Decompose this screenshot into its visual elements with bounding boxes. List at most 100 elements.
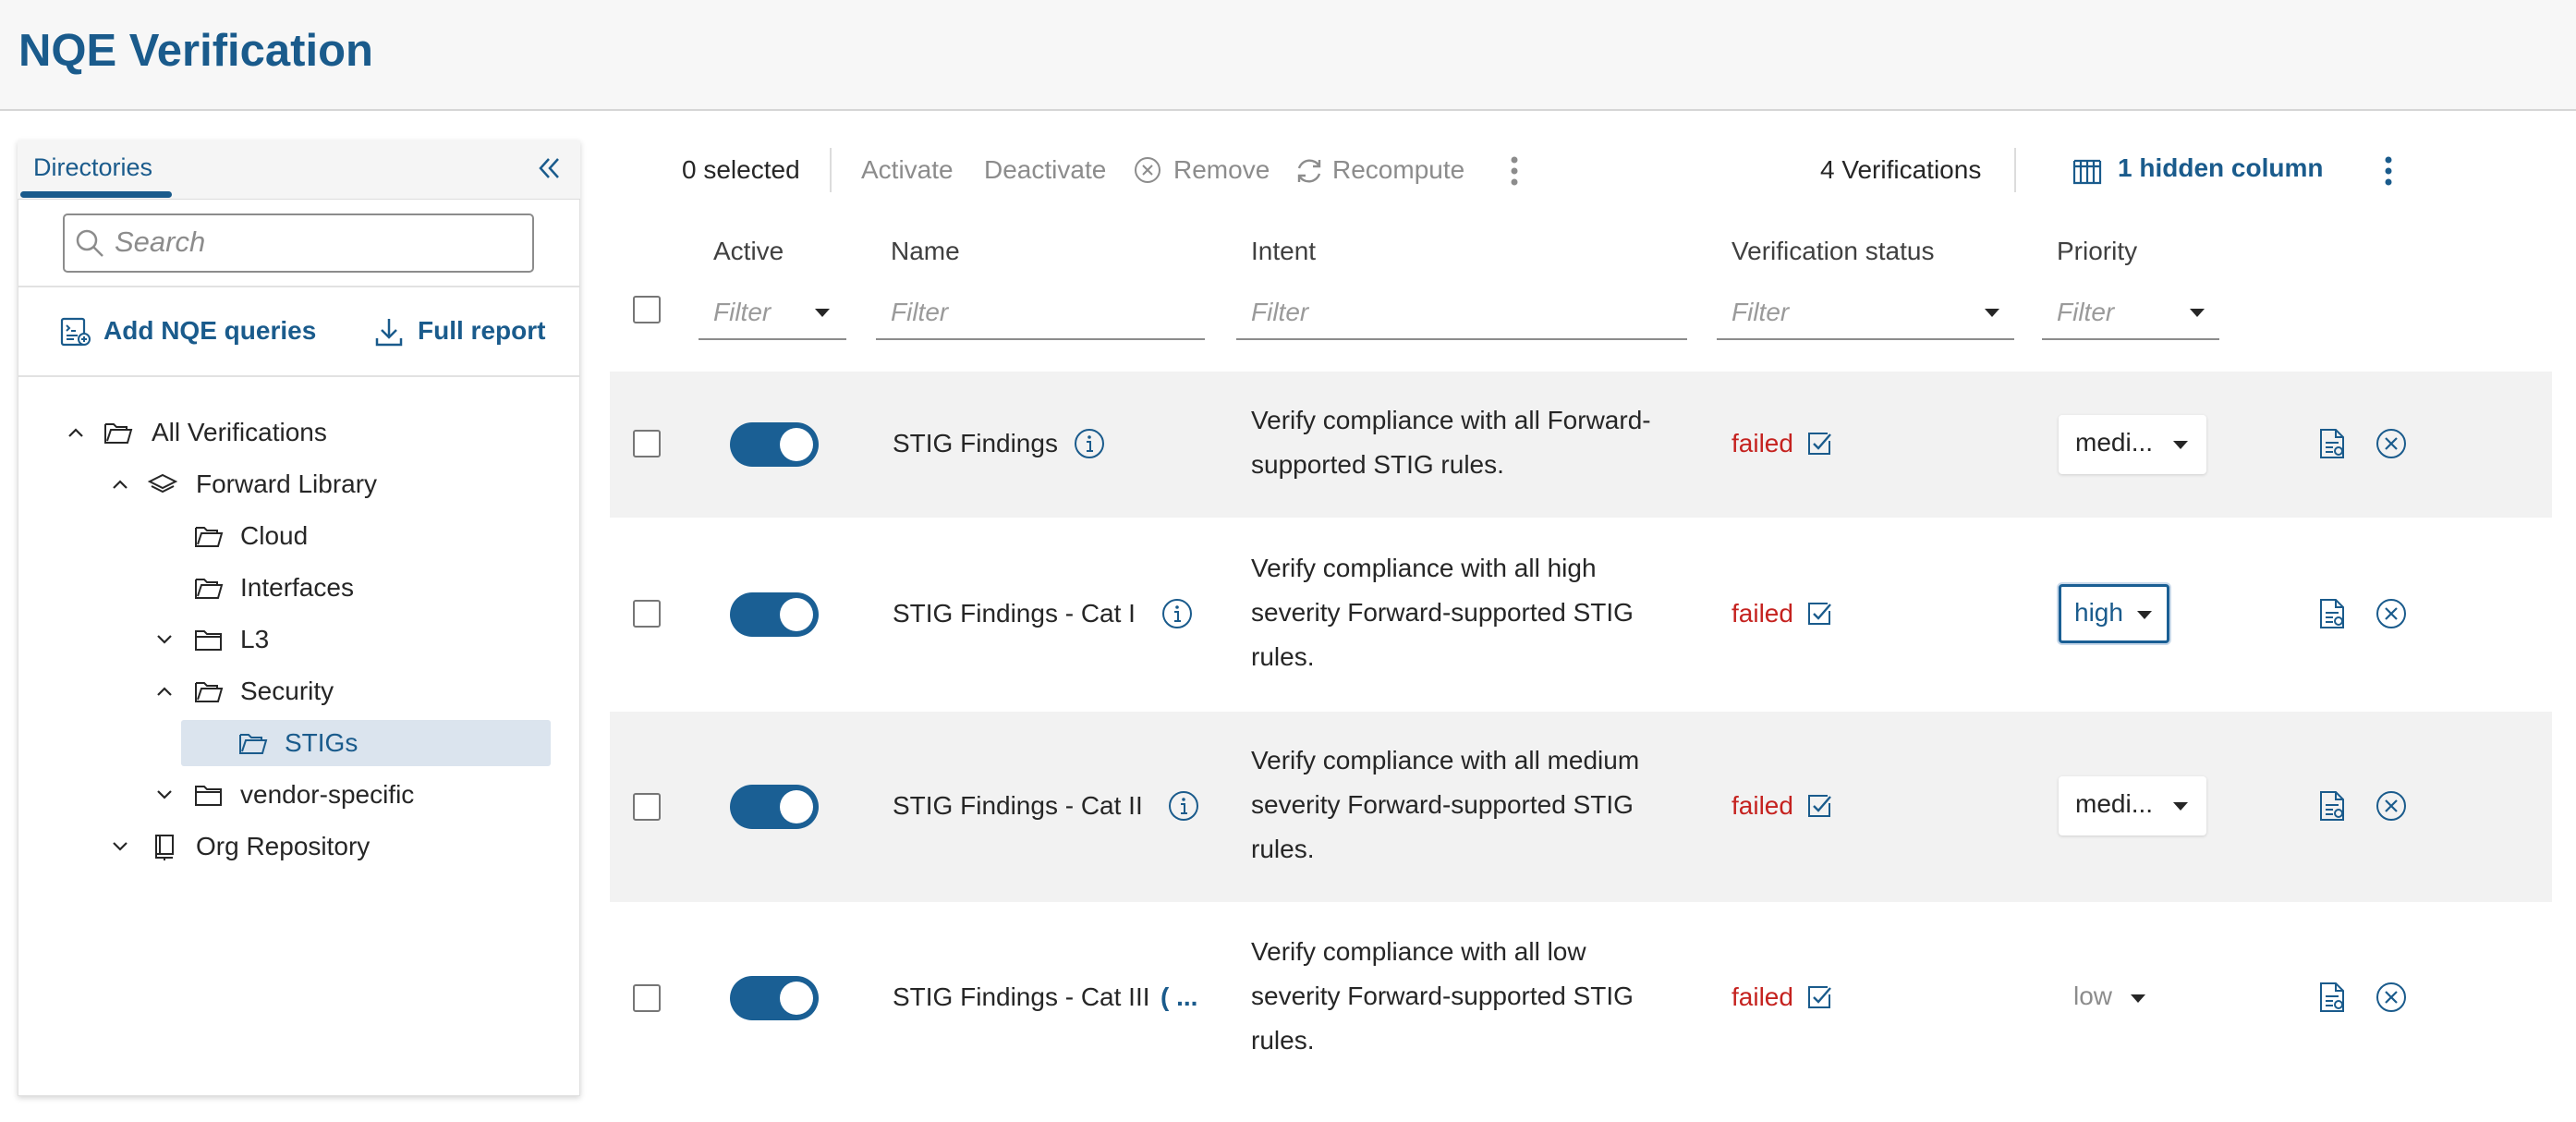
row-checkbox[interactable]: [633, 793, 661, 821]
column-header-intent[interactable]: Intent: [1251, 237, 1316, 266]
folder-open-icon: [194, 522, 224, 550]
tree-item-vendor-specific[interactable]: vendor-specific: [152, 772, 540, 818]
name-filter[interactable]: [876, 288, 1205, 340]
edit-check-icon[interactable]: [1805, 600, 1833, 628]
intent-filter[interactable]: [1236, 288, 1687, 340]
chevron-up-icon[interactable]: [67, 423, 85, 442]
verification-name: STIG Findings - Cat II: [893, 791, 1143, 820]
info-icon[interactable]: [1168, 790, 1199, 822]
add-nqe-queries-button[interactable]: Add NQE queries: [59, 314, 336, 351]
active-toggle[interactable]: [730, 785, 819, 829]
name-filter-input[interactable]: [891, 296, 1154, 329]
intent-filter-input[interactable]: [1251, 296, 1612, 329]
caret-down-icon: [2173, 802, 2188, 811]
tree-item-forward-library[interactable]: Forward Library: [107, 461, 551, 507]
active-toggle[interactable]: [730, 422, 819, 467]
chevron-up-icon[interactable]: [155, 682, 174, 701]
folder-icon: [194, 626, 224, 653]
verification-name: STIG Findings - Cat I: [893, 599, 1136, 628]
info-icon[interactable]: [1161, 598, 1193, 629]
tree-item-label: Org Repository: [196, 832, 371, 860]
full-report-button[interactable]: Full report: [373, 314, 558, 351]
status-failed[interactable]: failed: [1732, 429, 1793, 458]
tree-item-cloud[interactable]: Cloud: [152, 513, 540, 559]
remove-circle-icon[interactable]: [2375, 427, 2408, 460]
status-failed[interactable]: failed: [1732, 982, 1793, 1012]
column-header-verification-status[interactable]: Verification status: [1732, 237, 1934, 266]
priority-value: low: [2073, 982, 2113, 1010]
edit-check-icon[interactable]: [1805, 792, 1833, 820]
edit-check-icon[interactable]: [1805, 983, 1833, 1011]
column-header-priority[interactable]: Priority: [2057, 237, 2137, 266]
status-failed[interactable]: failed: [1732, 791, 1793, 821]
caret-down-icon: [2131, 994, 2145, 1003]
recompute-button[interactable]: Recompute: [1294, 152, 1469, 189]
truncated-info-icon[interactable]: ( ...: [1160, 982, 1197, 1012]
verification-intent: Verify compliance with all high severity…: [1251, 554, 1634, 671]
report-icon[interactable]: [2315, 981, 2349, 1014]
table-row[interactable]: STIG Findings - Cat II Verify compliance…: [610, 712, 2552, 902]
activate-button[interactable]: Activate: [861, 155, 954, 185]
priority-select[interactable]: medi...: [2059, 415, 2206, 474]
verification-intent: Verify compliance with all low severity …: [1251, 937, 1634, 1055]
priority-filter-input[interactable]: [2057, 296, 2199, 329]
caret-down-icon: [1985, 309, 1999, 317]
tree-item-interfaces[interactable]: Interfaces: [152, 565, 540, 611]
status-filter-input[interactable]: [1732, 296, 1970, 329]
table-row[interactable]: STIG Findings - Cat I Verify compliance …: [610, 518, 2552, 712]
row-checkbox[interactable]: [633, 430, 661, 457]
active-filter[interactable]: [699, 288, 846, 340]
chevron-down-icon[interactable]: [111, 837, 129, 856]
status-failed[interactable]: failed: [1732, 599, 1793, 628]
more-actions-icon[interactable]: [1508, 153, 1521, 189]
chevron-down-icon[interactable]: [155, 630, 174, 649]
remove-button[interactable]: Remove: [1133, 152, 1277, 189]
row-checkbox[interactable]: [633, 600, 661, 628]
priority-filter[interactable]: [2042, 288, 2219, 340]
priority-select-disabled[interactable]: low: [2073, 980, 2157, 1017]
selected-count: 0 selected: [682, 155, 800, 184]
remove-circle-icon: [1133, 155, 1162, 185]
active-toggle[interactable]: [730, 592, 819, 637]
table-row[interactable]: STIG Findings Verify compliance with all…: [610, 372, 2552, 518]
report-icon[interactable]: [2315, 597, 2349, 630]
row-checkbox[interactable]: [633, 984, 661, 1012]
remove-circle-icon[interactable]: [2375, 789, 2408, 823]
active-filter-input[interactable]: [713, 296, 832, 329]
caret-down-icon: [2190, 309, 2205, 317]
directory-search-input[interactable]: [115, 216, 521, 268]
remove-circle-icon[interactable]: [2375, 597, 2408, 630]
select-all-checkbox[interactable]: [633, 296, 661, 323]
column-header-active: Active: [713, 237, 784, 265]
table-row[interactable]: STIG Findings - Cat III ( ... Verify com…: [610, 902, 2552, 1094]
report-icon[interactable]: [2315, 789, 2349, 823]
tree-item-label: vendor-specific: [240, 780, 415, 809]
priority-select-focused[interactable]: high: [2059, 584, 2169, 643]
status-filter[interactable]: [1717, 288, 2014, 340]
tree-item-stigs[interactable]: STIGs: [196, 720, 547, 766]
priority-value: medi...: [2075, 789, 2154, 818]
tree-item-l3[interactable]: L3: [152, 616, 540, 663]
page-title: NQE Verification: [18, 26, 373, 76]
remove-circle-icon[interactable]: [2375, 981, 2408, 1014]
hidden-columns-button[interactable]: 1 hidden column: [2072, 152, 2323, 190]
priority-select[interactable]: medi...: [2059, 776, 2206, 835]
collapse-panel-icon[interactable]: [536, 154, 564, 182]
tree-item-all-verifications[interactable]: All Verifications: [63, 409, 543, 456]
toggle-knob: [780, 598, 813, 631]
tree-item-security[interactable]: Security: [152, 668, 540, 714]
column-header-name[interactable]: Name: [891, 237, 960, 266]
tab-directories[interactable]: Directories: [33, 153, 152, 182]
edit-check-icon[interactable]: [1805, 430, 1833, 457]
report-icon[interactable]: [2315, 427, 2349, 460]
chevron-down-icon[interactable]: [155, 786, 174, 804]
tree-item-org-repository[interactable]: Org Repository: [107, 823, 551, 870]
table-menu-icon[interactable]: [2382, 153, 2395, 189]
info-icon[interactable]: [1074, 428, 1105, 459]
chevron-up-icon[interactable]: [111, 475, 129, 494]
verification-intent: Verify compliance with all medium severi…: [1251, 746, 1640, 863]
tree-item-label: Cloud: [240, 521, 309, 550]
active-toggle[interactable]: [730, 976, 819, 1020]
verification-name: STIG Findings - Cat III: [893, 982, 1150, 1011]
deactivate-button[interactable]: Deactivate: [984, 155, 1106, 185]
